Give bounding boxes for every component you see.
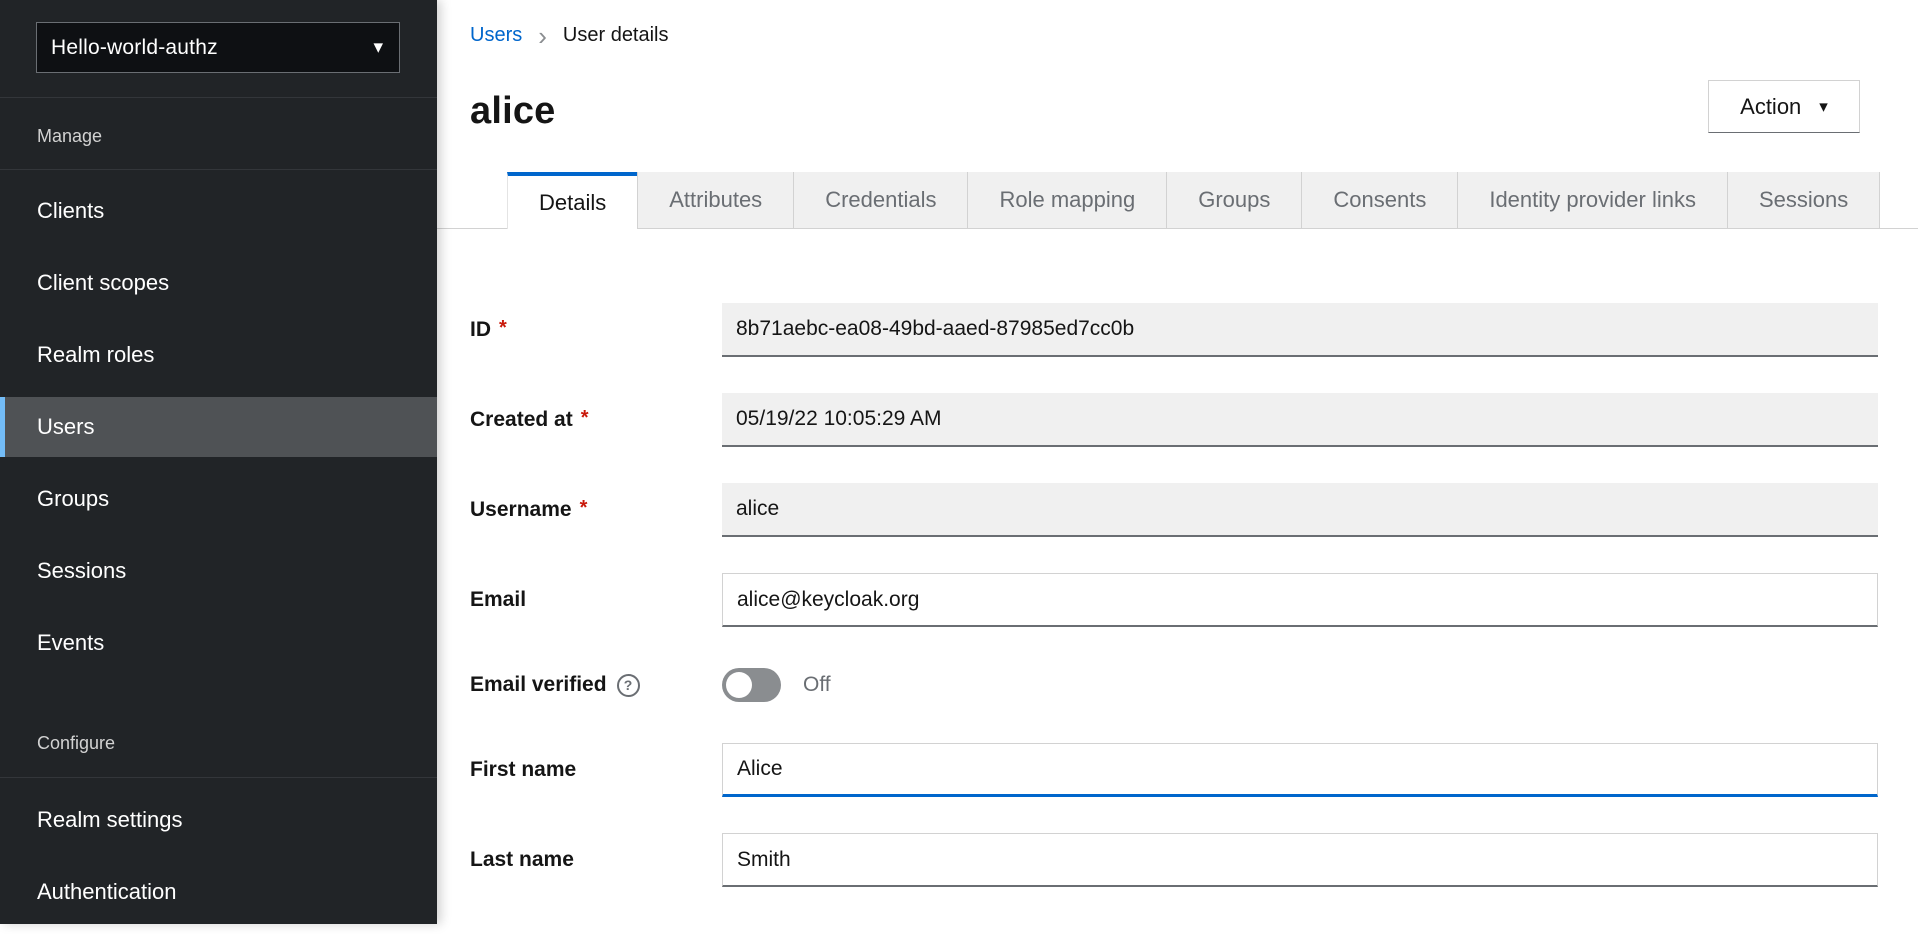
sidebar-item-users[interactable]: Users xyxy=(0,397,437,457)
tab-identity-provider-links[interactable]: Identity provider links xyxy=(1457,172,1727,229)
field-label-text: Email verified xyxy=(470,673,607,697)
field-label: Username * xyxy=(470,498,722,522)
breadcrumb-link-users[interactable]: Users xyxy=(470,24,522,47)
last-name-field-input[interactable] xyxy=(722,833,1878,887)
tabstrip-filler xyxy=(1880,172,1918,229)
field-label-text: ID xyxy=(470,318,491,342)
tab-sessions[interactable]: Sessions xyxy=(1727,172,1880,229)
configure-nav-list: Realm settings Authentication xyxy=(0,790,437,934)
tab-label: Groups xyxy=(1198,187,1270,213)
tab-credentials[interactable]: Credentials xyxy=(793,172,967,229)
required-asterisk: * xyxy=(581,407,589,430)
tab-label: Details xyxy=(539,190,606,216)
keycloak-admin-console: Hello-world-authz ▾ Manage Clients Clien… xyxy=(0,0,1918,924)
created-at-field-input xyxy=(722,393,1878,447)
caret-down-icon: ▾ xyxy=(373,38,383,57)
required-asterisk: * xyxy=(580,497,588,520)
sidebar-item-events[interactable]: Events xyxy=(0,613,437,673)
sidebar-item-realm-settings[interactable]: Realm settings xyxy=(0,790,437,850)
sidebar-divider xyxy=(0,169,437,170)
user-details-form: ID * Created at * Username * xyxy=(470,303,1878,923)
tab-groups[interactable]: Groups xyxy=(1166,172,1301,229)
form-row-last-name: Last name xyxy=(470,833,1878,887)
realm-name: Hello-world-authz xyxy=(51,36,218,60)
caret-down-icon: ▾ xyxy=(1819,98,1828,115)
field-label-text: Created at xyxy=(470,408,573,432)
field-label-text: First name xyxy=(470,758,576,782)
sidebar-item-sessions[interactable]: Sessions xyxy=(0,541,437,601)
chevron-right-icon: › xyxy=(538,26,547,46)
tab-role-mapping[interactable]: Role mapping xyxy=(967,172,1166,229)
tabstrip-spacer xyxy=(437,172,507,229)
sidebar: Hello-world-authz ▾ Manage Clients Clien… xyxy=(0,0,437,924)
sidebar-item-label: Events xyxy=(37,630,104,656)
field-label-text: Email xyxy=(470,588,526,612)
tab-label: Sessions xyxy=(1759,187,1848,213)
username-field-input xyxy=(722,483,1878,537)
email-verified-switch: Off xyxy=(722,663,1878,707)
sidebar-item-label: Groups xyxy=(37,486,109,512)
tab-attributes[interactable]: Attributes xyxy=(637,172,793,229)
sidebar-item-client-scopes[interactable]: Client scopes xyxy=(0,253,437,313)
tab-label: Role mapping xyxy=(999,187,1135,213)
action-button-label: Action xyxy=(1740,94,1801,120)
field-label: First name xyxy=(470,758,722,782)
nav-section-configure-header: Configure xyxy=(37,733,115,754)
tab-label: Consents xyxy=(1333,187,1426,213)
breadcrumb-current: User details xyxy=(563,24,669,47)
breadcrumb: Users › User details xyxy=(470,24,669,47)
field-label: Email verified ? xyxy=(470,673,722,697)
field-label-text: Last name xyxy=(470,848,574,872)
sidebar-item-realm-roles[interactable]: Realm roles xyxy=(0,325,437,385)
id-field-input xyxy=(722,303,1878,357)
sidebar-item-label: Realm roles xyxy=(37,342,154,368)
form-row-username: Username * xyxy=(470,483,1878,537)
tab-consents[interactable]: Consents xyxy=(1301,172,1457,229)
nav-section-manage-header: Manage xyxy=(37,126,102,147)
help-icon[interactable]: ? xyxy=(617,674,640,697)
action-menu-button[interactable]: Action ▾ xyxy=(1708,80,1860,133)
first-name-field-input[interactable] xyxy=(722,743,1878,797)
sidebar-item-label: Realm settings xyxy=(37,807,183,833)
field-label: ID * xyxy=(470,318,722,342)
sidebar-item-label: Sessions xyxy=(37,558,126,584)
form-row-first-name: First name xyxy=(470,743,1878,797)
realm-selector-button[interactable]: Hello-world-authz ▾ xyxy=(36,22,400,73)
toggle-state-label: Off xyxy=(803,673,831,697)
field-label: Created at * xyxy=(470,408,722,432)
field-label-text: Username xyxy=(470,498,572,522)
field-label: Last name xyxy=(470,848,722,872)
form-row-created-at: Created at * xyxy=(470,393,1878,447)
sidebar-divider xyxy=(0,97,437,98)
tab-label: Identity provider links xyxy=(1489,187,1696,213)
tab-details[interactable]: Details xyxy=(507,172,637,229)
sidebar-item-label: Users xyxy=(37,414,94,440)
field-label: Email xyxy=(470,588,722,612)
form-row-id: ID * xyxy=(470,303,1878,357)
tab-label: Credentials xyxy=(825,187,936,213)
user-detail-tabs: Details Attributes Credentials Role mapp… xyxy=(437,172,1918,229)
tab-label: Attributes xyxy=(669,187,762,213)
sidebar-item-clients[interactable]: Clients xyxy=(0,181,437,241)
sidebar-item-groups[interactable]: Groups xyxy=(0,469,437,529)
sidebar-item-label: Client scopes xyxy=(37,270,169,296)
sidebar-divider xyxy=(0,777,437,778)
manage-nav-list: Clients Client scopes Realm roles Users … xyxy=(0,181,437,685)
content-area: Users › User details alice Action ▾ Deta… xyxy=(437,0,1918,924)
sidebar-item-label: Authentication xyxy=(37,879,176,905)
sidebar-item-authentication[interactable]: Authentication xyxy=(0,862,437,922)
required-asterisk: * xyxy=(499,317,507,340)
sidebar-item-label: Clients xyxy=(37,198,104,224)
toggle-knob xyxy=(726,672,752,698)
form-row-email-verified: Email verified ? Off xyxy=(470,663,1878,707)
email-verified-toggle[interactable] xyxy=(722,668,781,702)
form-row-email: Email xyxy=(470,573,1878,627)
page-title: alice xyxy=(470,90,556,133)
email-field-input[interactable] xyxy=(722,573,1878,627)
